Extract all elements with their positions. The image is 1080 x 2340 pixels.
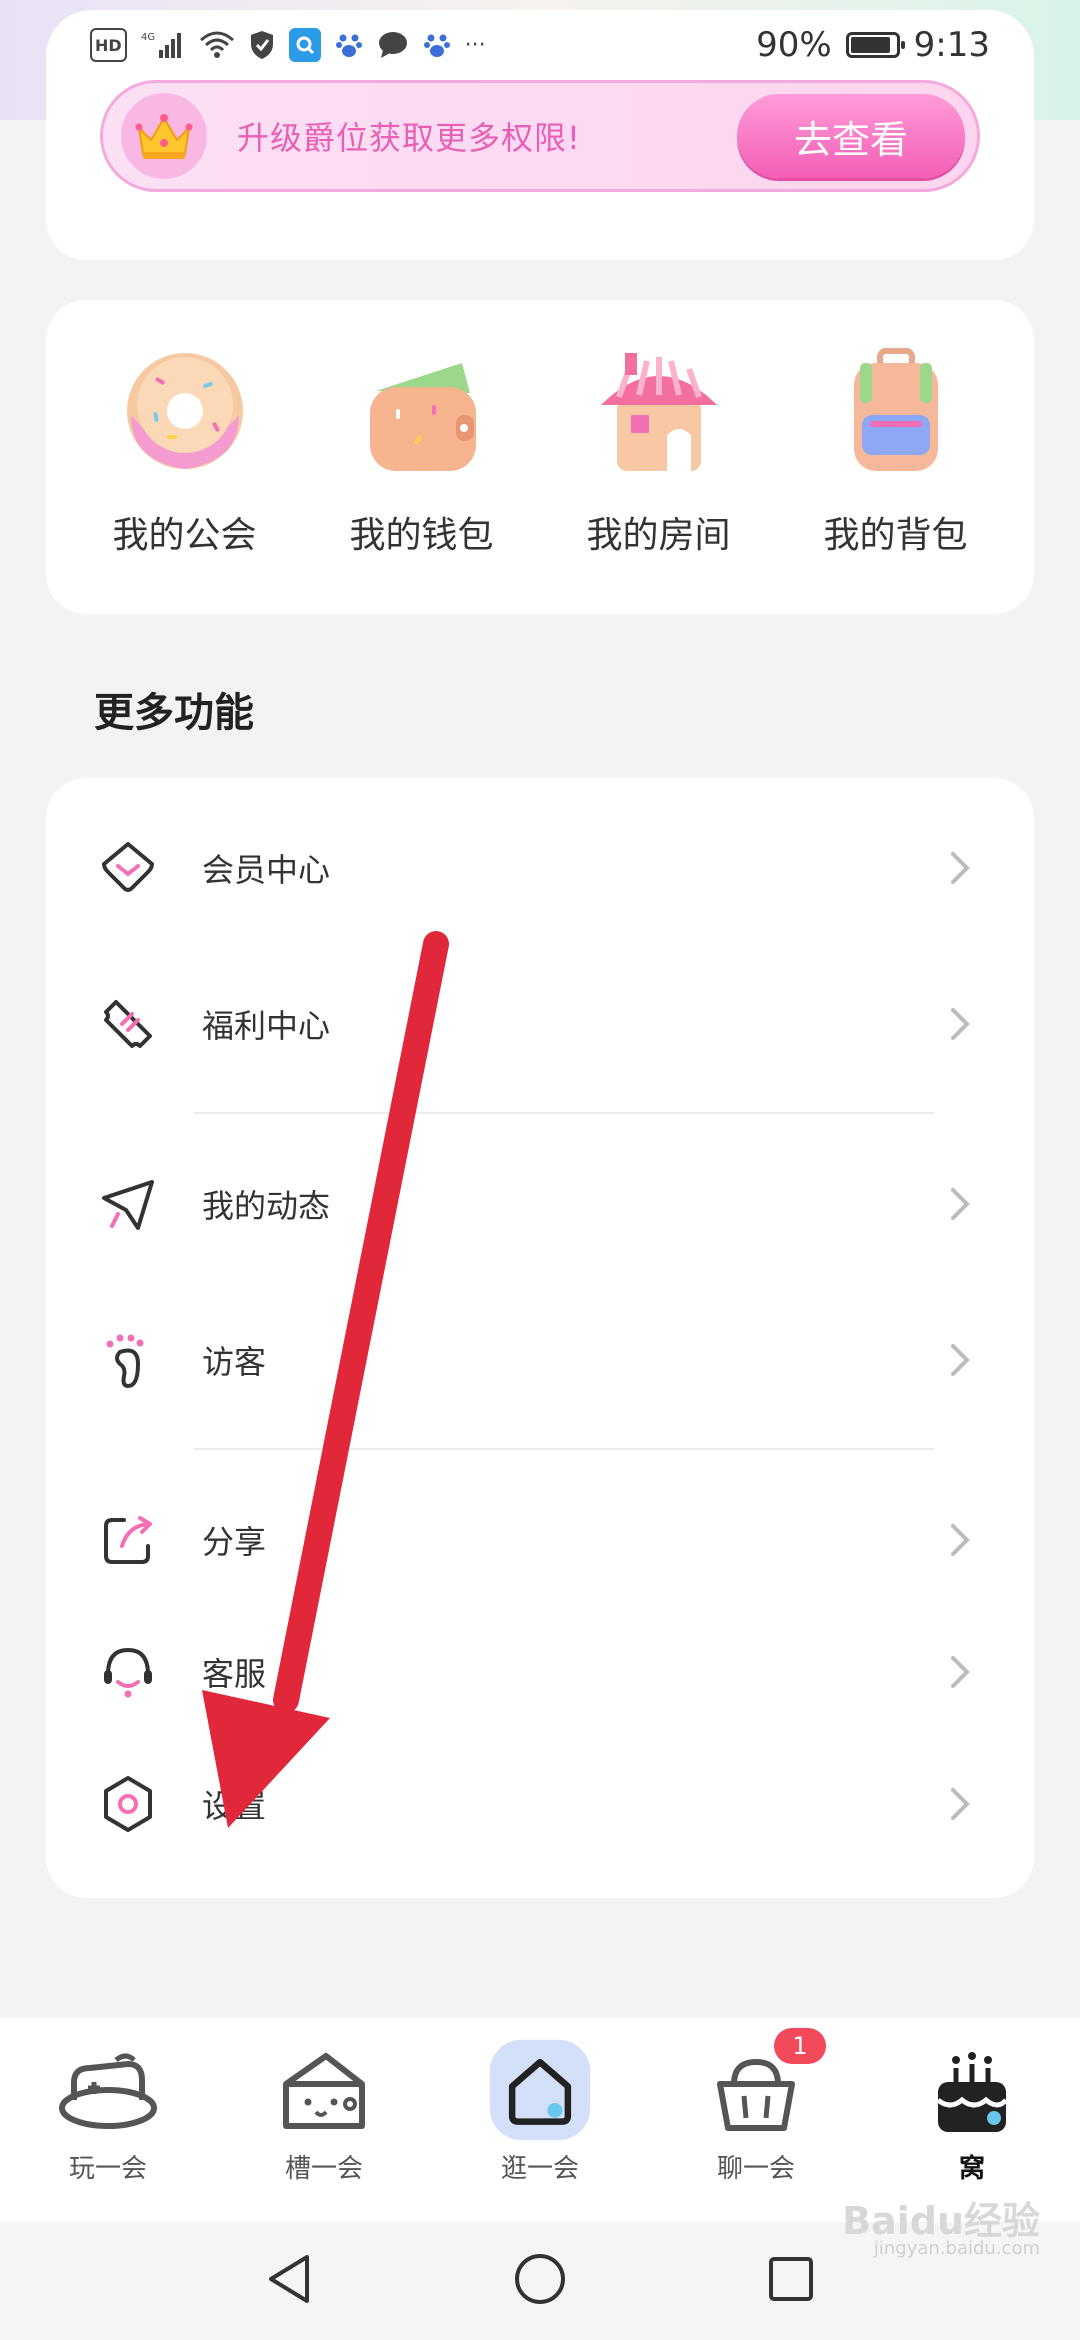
hd-icon: HD <box>90 28 127 62</box>
vip-upgrade-text: 升级爵位获取更多权限! <box>237 119 581 157</box>
recents-icon[interactable] <box>767 2255 815 2307</box>
more-functions-card: 会员中心 福利中心 我的动态 访客 分享 客服 设置 <box>46 778 1034 1898</box>
share-icon <box>96 1508 160 1572</box>
chevron-right-icon <box>940 848 980 888</box>
backpack-icon <box>821 334 971 484</box>
paw-icon-2 <box>423 28 451 62</box>
menu-item-label: 福利中心 <box>202 1007 331 1045</box>
menu-item-label: 客服 <box>202 1655 267 1693</box>
crown-icon <box>121 93 207 179</box>
vip-upgrade-banner[interactable]: 升级爵位获取更多权限! 去查看 <box>100 80 980 192</box>
nav-roast[interactable]: 槽一会 <box>216 2018 432 2222</box>
footprint-icon <box>96 1328 160 1392</box>
hexagon-settings-icon <box>96 1772 160 1836</box>
chevron-right-icon <box>940 1184 980 1224</box>
search-app-icon <box>288 28 321 62</box>
back-icon[interactable] <box>265 2253 313 2309</box>
tile-label: 我的房间 <box>586 515 731 556</box>
section-title: 更多功能 <box>94 690 254 736</box>
watermark-logo: Baidu经验 <box>842 2199 1040 2243</box>
svg-text:4G: 4G <box>141 32 155 43</box>
battery-icon <box>845 32 905 58</box>
house-icon <box>584 334 734 484</box>
wallet-icon <box>347 334 497 484</box>
nav-label: 玩一会 <box>68 2154 147 2184</box>
menu-item-share[interactable]: 分享 <box>46 1480 1034 1600</box>
profile-card: 升级爵位获取更多权限! 去查看 <box>46 78 1034 260</box>
tile-my-room[interactable]: 我的房间 <box>540 334 777 614</box>
cheese-icon <box>272 2038 376 2142</box>
clock: 9:13 <box>913 25 990 65</box>
tile-my-wallet[interactable]: 我的钱包 <box>303 334 540 614</box>
menu-item-welfare-center[interactable]: 福利中心 <box>46 964 1034 1084</box>
home-button-icon[interactable] <box>513 2252 567 2310</box>
nav-label: 聊一会 <box>716 2154 795 2184</box>
donut-icon <box>110 334 260 484</box>
headset-icon <box>96 1640 160 1704</box>
home-icon <box>488 2038 592 2142</box>
shield-icon <box>249 28 275 62</box>
tile-my-guild[interactable]: 我的公会 <box>66 334 303 614</box>
tile-label: 我的背包 <box>823 515 968 556</box>
more-notifications-icon: ··· <box>464 32 486 58</box>
menu-item-label: 访客 <box>202 1343 267 1381</box>
status-bar: HD 4G ··· 90% 9:13 <box>46 10 1034 80</box>
menu-item-customer-service[interactable]: 客服 <box>46 1612 1034 1732</box>
nav-label: 逛一会 <box>500 2154 579 2184</box>
divider <box>194 1112 934 1114</box>
menu-item-my-feed[interactable]: 我的动态 <box>46 1144 1034 1264</box>
unread-badge: 1 <box>774 2028 826 2064</box>
nav-play[interactable]: 玩一会 <box>0 2018 216 2222</box>
watermark-url: jingyan.baidu.com <box>873 2238 1040 2259</box>
chat-bubble-icon <box>377 28 409 62</box>
cake-icon <box>920 2038 1024 2142</box>
nav-label: 窝 <box>958 2154 985 2184</box>
battery-percent: 90% <box>756 25 832 65</box>
chevron-right-icon <box>940 1784 980 1824</box>
paper-plane-icon <box>96 1172 160 1236</box>
chevron-right-icon <box>940 1520 980 1560</box>
chevron-right-icon <box>940 1652 980 1692</box>
nav-label: 槽一会 <box>284 2154 363 2184</box>
chevron-right-icon <box>940 1004 980 1044</box>
menu-item-label: 会员中心 <box>202 851 331 889</box>
menu-item-label: 设置 <box>202 1787 267 1825</box>
paw-icon <box>335 28 363 62</box>
menu-item-visitors[interactable]: 访客 <box>46 1300 1034 1420</box>
menu-item-label: 分享 <box>202 1523 267 1561</box>
ticket-icon <box>96 992 160 1056</box>
wifi-icon <box>199 28 235 62</box>
signal-icon: 4G <box>141 28 185 62</box>
tile-my-backpack[interactable]: 我的背包 <box>777 334 1014 614</box>
menu-item-settings[interactable]: 设置 <box>46 1744 1034 1864</box>
tile-label: 我的钱包 <box>349 515 494 556</box>
nav-chat[interactable]: 1 聊一会 <box>648 2018 864 2222</box>
view-button[interactable]: 去查看 <box>737 94 965 178</box>
battery-fill <box>850 37 890 53</box>
chevron-right-icon <box>940 1340 980 1380</box>
play-icon <box>56 2038 160 2142</box>
divider <box>194 1448 934 1450</box>
menu-item-label: 我的动态 <box>202 1187 331 1225</box>
nav-browse[interactable]: 逛一会 <box>432 2018 648 2222</box>
menu-item-member-center[interactable]: 会员中心 <box>46 808 1034 928</box>
tile-label: 我的公会 <box>112 515 257 556</box>
diamond-heart-icon <box>96 836 160 900</box>
quick-tiles-card: 我的公会 我的钱包 我的房间 我的背包 <box>46 300 1034 614</box>
